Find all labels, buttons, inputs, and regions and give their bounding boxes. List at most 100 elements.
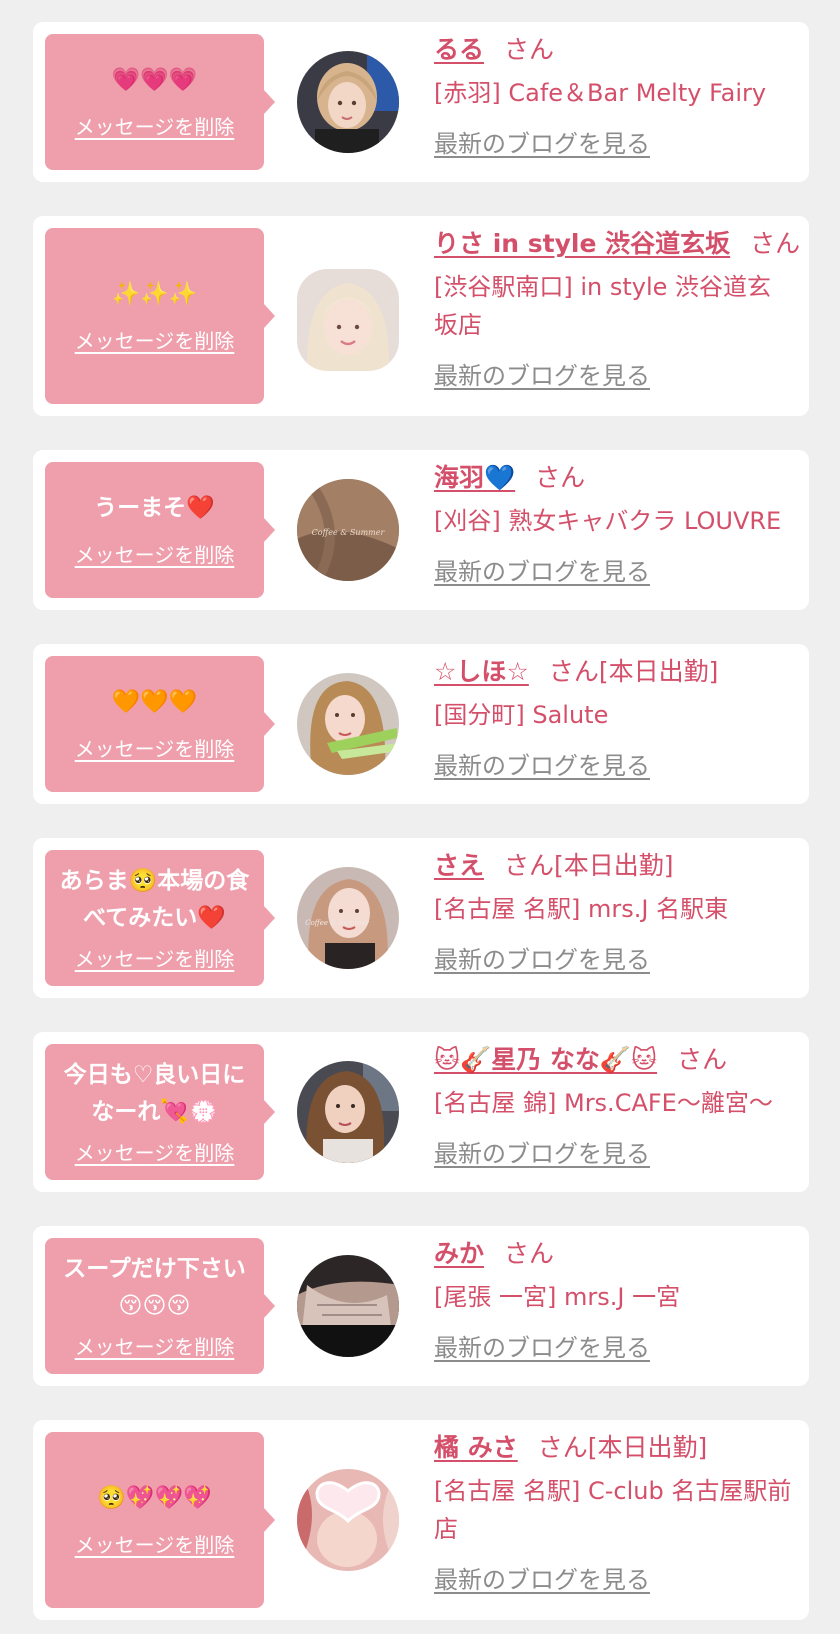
message-text: 今日も♡良い日になーれ💘💮 — [63, 1061, 246, 1125]
message-text: うーまそ❤️ — [94, 495, 215, 521]
avatar[interactable] — [297, 51, 399, 153]
delete-message-link[interactable]: メッセージを削除 — [75, 1529, 235, 1558]
san-suffix: さん — [504, 35, 555, 64]
name-line: りさ in style 渋谷道玄坂 さん — [434, 226, 800, 262]
girl-photo-avatar-icon: Coffee & Summer — [297, 867, 399, 969]
sender-info: みか さん [尾張 一宮] mrs.J 一宮 最新のブログを見る — [434, 1236, 794, 1363]
sender-name-link[interactable]: るる — [434, 35, 484, 64]
shop-name: [名古屋 錦] Mrs.CAFE〜離宮〜 — [434, 1089, 773, 1117]
sender-info: 橘 みさ さん[本日出勤] [名古屋 名駅] C-club 名古屋駅前店 最新のブ… — [434, 1430, 794, 1595]
sender-info: 海羽💙 さん [刈谷] 熟女キャバクラ LOUVRE 最新のブログを見る — [434, 460, 794, 587]
san-suffix: さん — [504, 851, 555, 880]
delete-message-link[interactable]: メッセージを削除 — [75, 111, 235, 140]
view-blog-link[interactable]: 最新のブログを見る — [434, 1560, 650, 1595]
message-bubble: 💗💗💗 メッセージを削除 — [45, 34, 275, 170]
delete-message-link[interactable]: メッセージを削除 — [75, 1331, 235, 1360]
message-card: 今日も♡良い日になーれ💘💮 メッセージを削除 🐱🎸星乃 なな🎸🐱 さん [名古屋 … — [33, 1032, 809, 1192]
message-card: あらま🥺本場の食べてみたい❤️ メッセージを削除 Coffee & Summer… — [33, 838, 809, 998]
shop-name: [名古屋 名駅] C-club 名古屋駅前店 — [434, 1477, 792, 1543]
svg-text:Coffee & Summer: Coffee & Summer — [312, 528, 386, 537]
name-line: ☆しほ☆ さん[本日出勤] — [434, 654, 794, 690]
message-text: スープだけ下さい😚😚😚 — [63, 1255, 246, 1319]
message-bubble: 🧡🧡🧡 メッセージを削除 — [45, 656, 275, 792]
message-bubble: ✨✨✨ メッセージを削除 — [45, 228, 275, 404]
message-card: スープだけ下さい😚😚😚 メッセージを削除 みか さん [尾張 一宮] mrs.J … — [33, 1226, 809, 1386]
message-bubble: スープだけ下さい😚😚😚 メッセージを削除 — [45, 1238, 275, 1374]
sender-name-link[interactable]: 海羽💙 — [434, 463, 515, 492]
status-badge: [本日出勤] — [587, 1433, 708, 1462]
san-suffix: さん — [548, 657, 599, 686]
message-bubble: 🥺💖💖💖 メッセージを削除 — [45, 1432, 275, 1608]
view-blog-link[interactable]: 最新のブログを見る — [434, 746, 650, 781]
message-text: 💗💗💗 — [111, 67, 198, 93]
delete-message-link[interactable]: メッセージを削除 — [75, 325, 235, 354]
sender-name-link[interactable]: さえ — [434, 851, 484, 880]
shop-name: [渋谷駅南口] in style 渋谷道玄坂店 — [434, 273, 772, 339]
sender-name-link[interactable]: りさ in style 渋谷道玄坂 — [434, 229, 730, 258]
view-blog-link[interactable]: 最新のブログを見る — [434, 1328, 650, 1363]
sender-name-link[interactable]: みか — [434, 1239, 484, 1268]
name-line: 橘 みさ さん[本日出勤] — [434, 1430, 794, 1466]
view-blog-link[interactable]: 最新のブログを見る — [434, 1134, 650, 1169]
girl-photo-avatar-icon — [297, 1255, 399, 1357]
message-text: 🧡🧡🧡 — [111, 689, 198, 715]
view-blog-link[interactable]: 最新のブログを見る — [434, 124, 650, 159]
avatar[interactable] — [297, 673, 399, 775]
sender-info: さえ さん[本日出勤] [名古屋 名駅] mrs.J 名駅東 最新のブログを見る — [434, 848, 794, 975]
sender-info: りさ in style 渋谷道玄坂 さん [渋谷駅南口] in style 渋谷道… — [434, 226, 800, 391]
sender-info: 🐱🎸星乃 なな🎸🐱 さん [名古屋 錦] Mrs.CAFE〜離宮〜 最新のブログを… — [434, 1042, 794, 1169]
status-badge: [本日出勤] — [598, 657, 719, 686]
san-suffix: さん — [750, 229, 801, 258]
heart-sticker-avatar-icon — [297, 1469, 399, 1571]
avatar[interactable] — [297, 269, 399, 371]
svg-text:Coffee & Summer: Coffee & Summer — [305, 919, 369, 927]
delete-message-link[interactable]: メッセージを削除 — [75, 733, 235, 762]
message-bubble: あらま🥺本場の食べてみたい❤️ メッセージを削除 — [45, 850, 275, 986]
name-line: さえ さん[本日出勤] — [434, 848, 794, 884]
message-card: ✨✨✨ メッセージを削除 りさ in style 渋谷道玄坂 さん [渋谷駅南口]… — [33, 216, 809, 416]
sender-name-link[interactable]: ☆しほ☆ — [434, 657, 529, 686]
delete-message-link[interactable]: メッセージを削除 — [75, 943, 235, 972]
shop-name: [名古屋 名駅] mrs.J 名駅東 — [434, 895, 729, 923]
avatar[interactable] — [297, 1255, 399, 1357]
message-card: 💗💗💗 メッセージを削除 るる さん [赤羽] Cafe＆Bar Melty Fa… — [33, 22, 809, 182]
girl-photo-avatar-icon — [297, 673, 399, 775]
sender-info: ☆しほ☆ さん[本日出勤] [国分町] Salute 最新のブログを見る — [434, 654, 794, 781]
san-suffix: さん — [504, 1239, 555, 1268]
san-suffix: さん — [535, 463, 586, 492]
message-text: あらま🥺本場の食べてみたい❤️ — [59, 867, 250, 931]
view-blog-link[interactable]: 最新のブログを見る — [434, 356, 650, 391]
san-suffix: さん — [537, 1433, 588, 1462]
shop-name: [赤羽] Cafe＆Bar Melty Fairy — [434, 79, 767, 107]
sender-info: るる さん [赤羽] Cafe＆Bar Melty Fairy 最新のブログを見る — [434, 32, 794, 159]
girl-photo-avatar-icon — [297, 269, 399, 371]
view-blog-link[interactable]: 最新のブログを見る — [434, 940, 650, 975]
san-suffix: さん — [677, 1045, 728, 1074]
message-text: ✨✨✨ — [111, 281, 198, 307]
girl-photo-avatar-icon: Coffee & Summer — [297, 479, 399, 581]
avatar[interactable] — [297, 1061, 399, 1163]
shop-name: [国分町] Salute — [434, 701, 609, 729]
avatar[interactable]: Coffee & Summer — [297, 479, 399, 581]
name-line: るる さん — [434, 32, 794, 68]
shop-name: [刈谷] 熟女キャバクラ LOUVRE — [434, 507, 782, 535]
avatar[interactable] — [297, 1469, 399, 1571]
message-bubble: うーまそ❤️ メッセージを削除 — [45, 462, 275, 598]
delete-message-link[interactable]: メッセージを削除 — [75, 539, 235, 568]
shop-name: [尾張 一宮] mrs.J 一宮 — [434, 1283, 681, 1311]
message-card: 🥺💖💖💖 メッセージを削除 橘 みさ さん[本日出勤] [名古屋 名駅] C-cl… — [33, 1420, 809, 1620]
girl-photo-avatar-icon — [297, 51, 399, 153]
name-line: みか さん — [434, 1236, 794, 1272]
message-card: 🧡🧡🧡 メッセージを削除 ☆しほ☆ さん[本日出勤] [国分町] Salute 最… — [33, 644, 809, 804]
view-blog-link[interactable]: 最新のブログを見る — [434, 552, 650, 587]
delete-message-link[interactable]: メッセージを削除 — [75, 1137, 235, 1166]
message-card: うーまそ❤️ メッセージを削除 Coffee & Summer 海羽💙 さん [刈… — [33, 450, 809, 610]
message-text: 🥺💖💖💖 — [97, 1485, 212, 1511]
name-line: 🐱🎸星乃 なな🎸🐱 さん — [434, 1042, 794, 1078]
girl-photo-avatar-icon — [297, 1061, 399, 1163]
message-bubble: 今日も♡良い日になーれ💘💮 メッセージを削除 — [45, 1044, 275, 1180]
sender-name-link[interactable]: 🐱🎸星乃 なな🎸🐱 — [434, 1045, 657, 1074]
avatar[interactable]: Coffee & Summer — [297, 867, 399, 969]
name-line: 海羽💙 さん — [434, 460, 794, 496]
sender-name-link[interactable]: 橘 みさ — [434, 1433, 518, 1462]
